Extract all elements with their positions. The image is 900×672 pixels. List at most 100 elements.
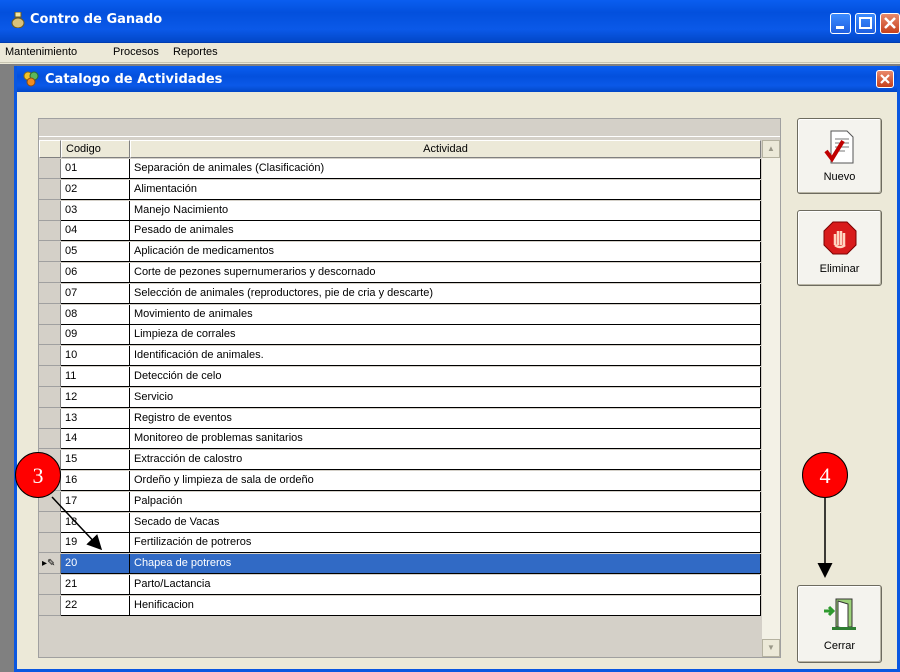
cell-actividad[interactable]: Detección de celo xyxy=(130,367,761,387)
row-edit-indicator-icon[interactable]: ▸✎ xyxy=(39,554,61,575)
cell-codigo[interactable]: 05 xyxy=(61,242,130,263)
cell-codigo[interactable]: 02 xyxy=(61,179,130,200)
row-indicator[interactable] xyxy=(39,200,61,221)
row-indicator[interactable] xyxy=(39,387,61,408)
nuevo-button[interactable]: Nuevo xyxy=(797,118,882,194)
cell-actividad[interactable]: Identificación de animales. xyxy=(130,346,761,367)
row-indicator[interactable] xyxy=(39,429,61,450)
table-row[interactable]: 02 Alimentación xyxy=(39,179,761,200)
cell-actividad[interactable]: Registro de eventos xyxy=(130,408,761,429)
table-row[interactable]: 11 Detección de celo xyxy=(39,367,761,387)
cell-codigo[interactable]: 19 xyxy=(61,533,130,554)
cell-codigo[interactable]: 21 xyxy=(61,575,130,595)
cell-codigo[interactable]: 07 xyxy=(61,283,130,304)
cell-codigo[interactable]: 10 xyxy=(61,346,130,367)
scroll-up-button[interactable]: ▲ xyxy=(762,140,780,158)
menu-mantenimiento[interactable]: Mantenimiento xyxy=(5,46,77,58)
cell-actividad[interactable]: Corte de pezones supernumerarios y desco… xyxy=(130,263,761,283)
cell-codigo[interactable]: 14 xyxy=(61,429,130,450)
cell-actividad[interactable]: Manejo Nacimiento xyxy=(130,200,761,221)
cell-actividad[interactable]: Parto/Lactancia xyxy=(130,575,761,595)
cell-actividad[interactable]: Chapea de potreros xyxy=(130,554,761,575)
row-indicator[interactable] xyxy=(39,367,61,387)
table-row[interactable]: 08 Movimiento de animales xyxy=(39,304,761,325)
cell-codigo[interactable]: 09 xyxy=(61,325,130,346)
cell-codigo[interactable]: 04 xyxy=(61,221,130,242)
row-indicator[interactable] xyxy=(39,408,61,429)
row-indicator[interactable] xyxy=(39,346,61,367)
row-indicator[interactable] xyxy=(39,263,61,283)
row-indicator[interactable] xyxy=(39,283,61,304)
cell-codigo[interactable]: 17 xyxy=(61,491,130,512)
row-indicator[interactable] xyxy=(39,242,61,263)
table-row[interactable]: 04 Pesado de animales xyxy=(39,221,761,242)
vertical-scrollbar[interactable]: ▲ ▼ xyxy=(762,140,780,657)
row-indicator[interactable] xyxy=(39,221,61,242)
child-title-bar[interactable]: Catalogo de Actividades xyxy=(17,66,897,92)
scroll-down-button[interactable]: ▼ xyxy=(762,639,780,657)
cell-codigo[interactable]: 15 xyxy=(61,450,130,471)
cell-actividad[interactable]: Alimentación xyxy=(130,179,761,200)
table-row[interactable]: 07 Selección de animales (reproductores, … xyxy=(39,283,761,304)
table-row[interactable]: 15 Extracción de calostro xyxy=(39,450,761,471)
table-row[interactable]: 03 Manejo Nacimiento xyxy=(39,200,761,221)
table-row[interactable]: 18 Secado de Vacas xyxy=(39,512,761,533)
cell-codigo[interactable]: 06 xyxy=(61,263,130,283)
minimize-button[interactable] xyxy=(830,13,851,34)
row-indicator[interactable] xyxy=(39,159,61,179)
cell-codigo[interactable]: 01 xyxy=(61,159,130,179)
table-row[interactable]: 19 Fertilización de potreros xyxy=(39,533,761,554)
cell-actividad[interactable]: Pesado de animales xyxy=(130,221,761,242)
table-row[interactable]: 13 Registro de eventos xyxy=(39,408,761,429)
cell-actividad[interactable]: Secado de Vacas xyxy=(130,512,761,533)
table-row[interactable]: ▸✎ 20 Chapea de potreros xyxy=(39,554,761,575)
maximize-button[interactable] xyxy=(855,13,876,34)
cell-codigo[interactable]: 11 xyxy=(61,367,130,387)
table-row[interactable]: 14 Monitoreo de problemas sanitarios xyxy=(39,429,761,450)
cell-actividad[interactable]: Extracción de calostro xyxy=(130,450,761,471)
cell-actividad[interactable]: Henificacion xyxy=(130,595,761,616)
cell-codigo[interactable]: 12 xyxy=(61,387,130,408)
header-actividad[interactable]: Actividad xyxy=(130,140,761,158)
table-row[interactable]: 10 Identificación de animales. xyxy=(39,346,761,367)
table-row[interactable]: 21 Parto/Lactancia xyxy=(39,575,761,595)
row-indicator[interactable] xyxy=(39,512,61,533)
main-title-bar[interactable]: Contro de Ganado xyxy=(0,0,900,43)
cell-actividad[interactable]: Separación de animales (Clasificación) xyxy=(130,159,761,179)
cell-actividad[interactable]: Aplicación de medicamentos xyxy=(130,242,761,263)
cell-codigo[interactable]: 22 xyxy=(61,595,130,616)
close-button[interactable] xyxy=(880,13,900,34)
cell-codigo[interactable]: 08 xyxy=(61,304,130,325)
cell-actividad[interactable]: Servicio xyxy=(130,387,761,408)
row-indicator[interactable] xyxy=(39,575,61,595)
table-row[interactable]: 06 Corte de pezones supernumerarios y des… xyxy=(39,263,761,283)
row-indicator[interactable] xyxy=(39,595,61,616)
row-indicator[interactable] xyxy=(39,325,61,346)
table-row[interactable]: 16 Ordeño y limpieza de sala de ordeño xyxy=(39,471,761,491)
cell-codigo[interactable]: 16 xyxy=(61,471,130,491)
cell-actividad[interactable]: Movimiento de animales xyxy=(130,304,761,325)
cell-actividad[interactable]: Monitoreo de problemas sanitarios xyxy=(130,429,761,450)
cell-codigo[interactable]: 03 xyxy=(61,200,130,221)
cell-actividad[interactable]: Fertilización de potreros xyxy=(130,533,761,554)
table-row[interactable]: 17 Palpación xyxy=(39,491,761,512)
cell-actividad[interactable]: Selección de animales (reproductores, pi… xyxy=(130,283,761,304)
cell-codigo[interactable]: 20 xyxy=(61,554,130,575)
row-indicator[interactable] xyxy=(39,179,61,200)
cell-actividad[interactable]: Palpación xyxy=(130,491,761,512)
eliminar-button[interactable]: Eliminar xyxy=(797,210,882,286)
row-indicator[interactable] xyxy=(39,304,61,325)
menu-procesos[interactable]: Procesos xyxy=(113,46,159,58)
cell-codigo[interactable]: 13 xyxy=(61,408,130,429)
table-row[interactable]: 22 Henificacion xyxy=(39,595,761,616)
table-row[interactable]: 01 Separación de animales (Clasificación) xyxy=(39,159,761,179)
table-row[interactable]: 12 Servicio xyxy=(39,387,761,408)
header-codigo[interactable]: Codigo xyxy=(61,140,130,158)
cerrar-button[interactable]: Cerrar xyxy=(797,585,882,663)
menu-reportes[interactable]: Reportes xyxy=(173,46,218,58)
cell-actividad[interactable]: Limpieza de corrales xyxy=(130,325,761,346)
cell-codigo[interactable]: 18 xyxy=(61,512,130,533)
row-indicator[interactable] xyxy=(39,533,61,554)
table-row[interactable]: 05 Aplicación de medicamentos xyxy=(39,242,761,263)
child-close-button[interactable] xyxy=(876,70,894,88)
